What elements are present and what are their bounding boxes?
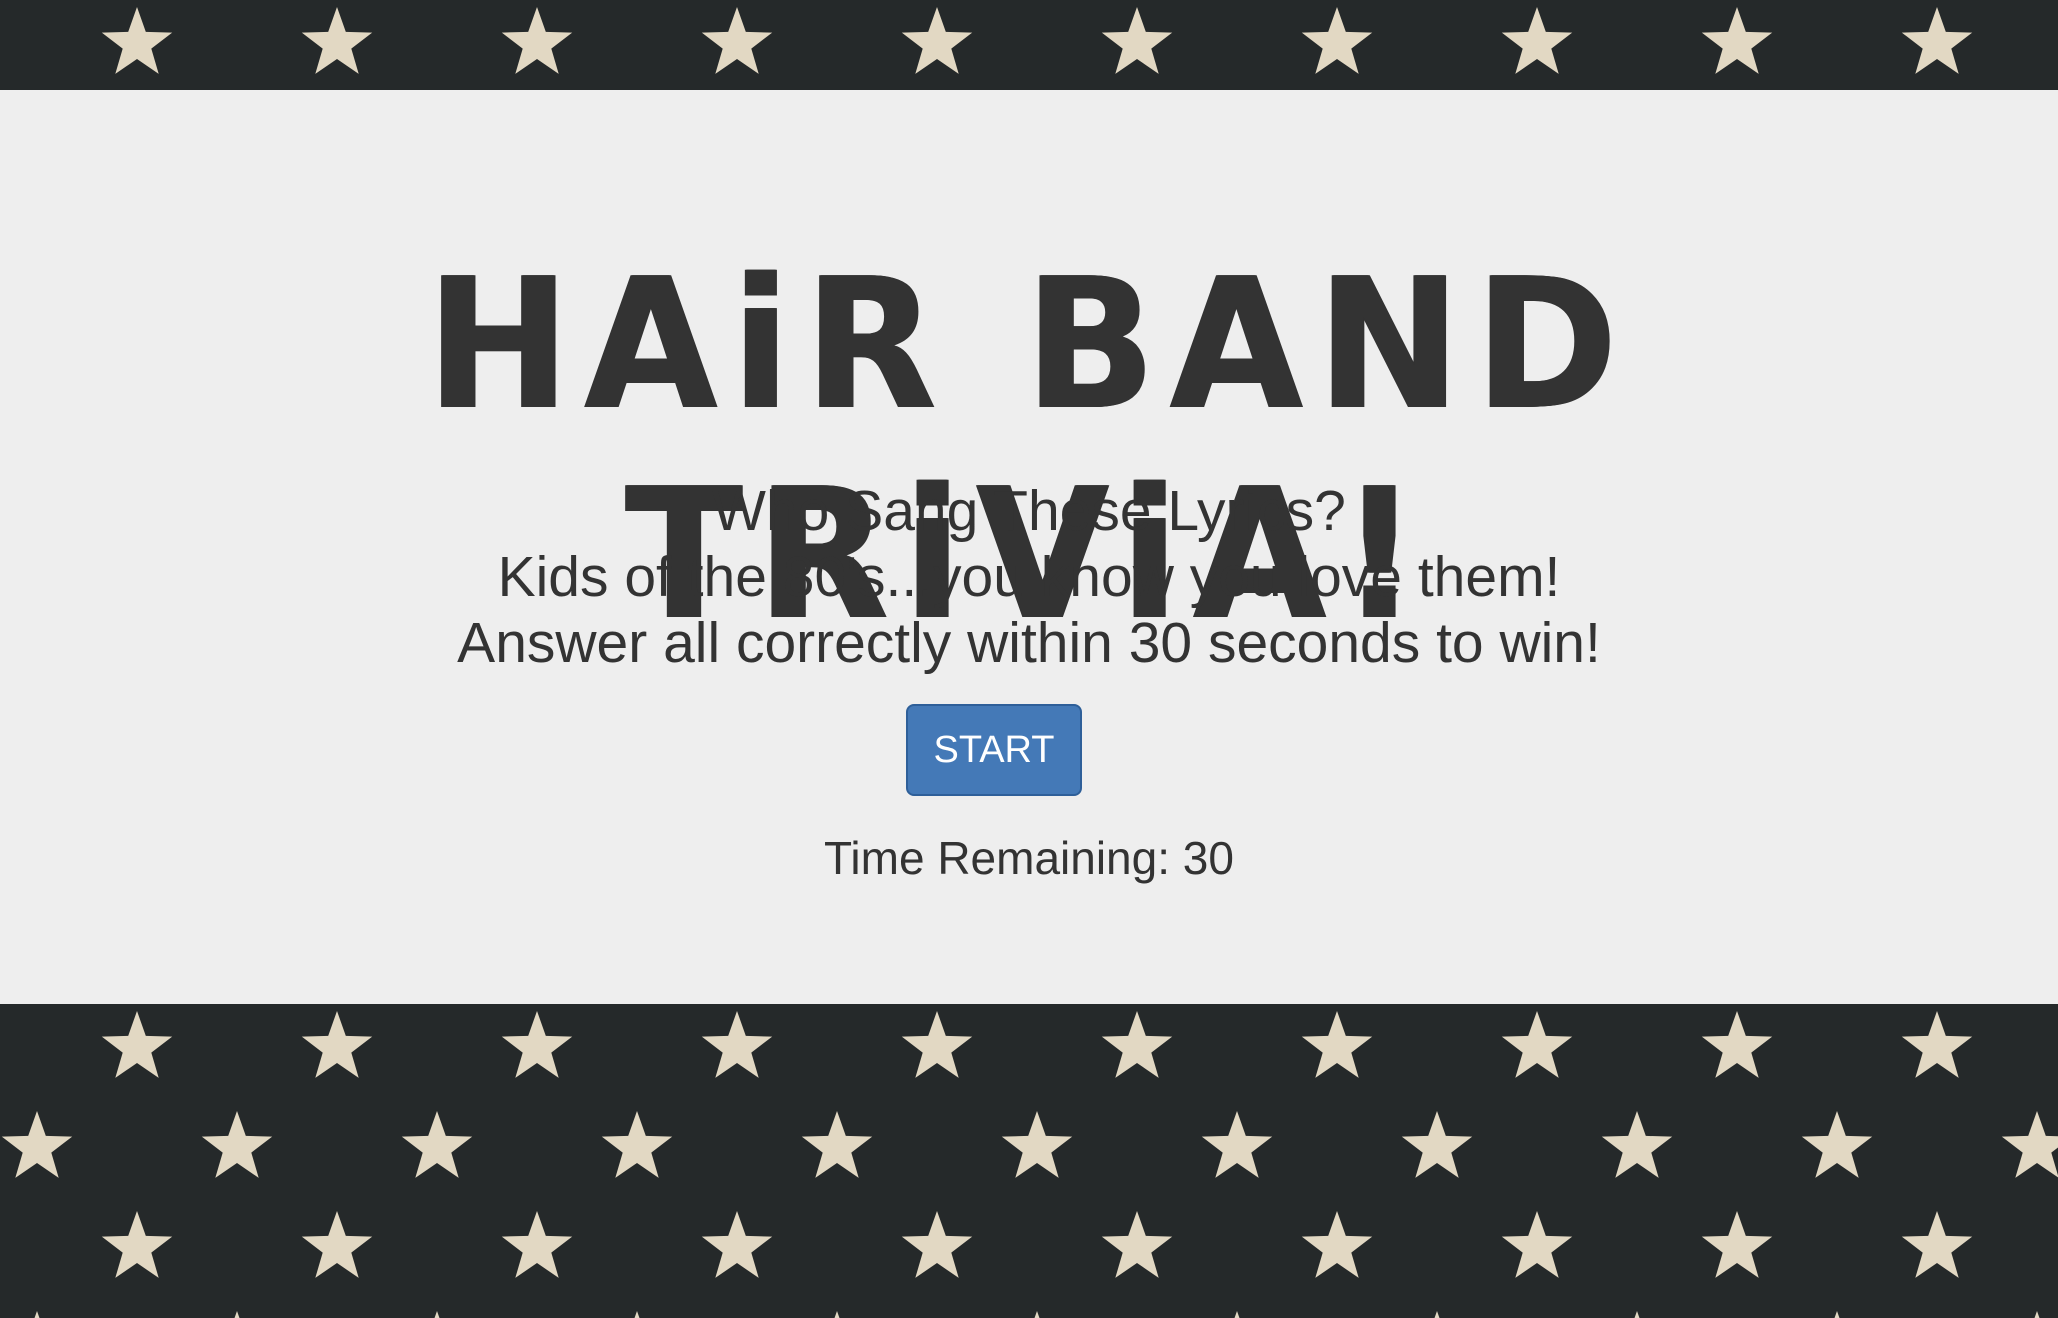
star-icon — [634, 1311, 640, 1318]
star-icon — [1901, 1211, 1973, 1278]
lyrics-heading: Who Sang These Lyrics? — [712, 479, 1346, 543]
main-panel: HAiR BAND TRiViA! Who Sang These Lyrics?… — [0, 90, 2058, 1004]
star-icon — [1001, 1111, 1073, 1178]
tagline: Kids of the 80's...you know you love the… — [497, 545, 1561, 609]
star-icon — [1901, 1011, 1973, 1078]
star-icon — [2034, 1311, 2040, 1318]
star-icon — [1501, 1211, 1573, 1278]
star-icon — [501, 1211, 573, 1278]
star-icon — [434, 1311, 440, 1318]
star-icon — [601, 1111, 673, 1178]
start-button[interactable]: START — [906, 704, 1082, 796]
star-icon — [501, 7, 573, 74]
star-icon — [234, 1311, 240, 1318]
star-icon — [1301, 7, 1373, 74]
star-icon — [701, 1211, 773, 1278]
star-icon — [1, 1111, 73, 1178]
time-remaining: Time Remaining: 30 — [824, 832, 1234, 884]
star-icon — [1501, 1011, 1573, 1078]
star-icon — [201, 1111, 273, 1178]
star-icon — [1034, 1311, 1040, 1318]
star-icon — [1701, 1011, 1773, 1078]
star-icon — [1434, 1311, 1440, 1318]
star-icon — [401, 1111, 473, 1178]
bottom-star-banner — [0, 1004, 2058, 1318]
star-icon — [801, 1111, 873, 1178]
star-icon — [701, 7, 773, 74]
star-icon — [1101, 1211, 1173, 1278]
star-icon — [34, 1311, 40, 1318]
star-icon — [1634, 1311, 1640, 1318]
star-icon — [1501, 7, 1573, 74]
star-icon — [301, 7, 373, 74]
star-icon — [1401, 1111, 1473, 1178]
star-icon — [1201, 1111, 1273, 1178]
star-pattern — [101, 7, 1973, 74]
star-icon — [2001, 1111, 2058, 1178]
star-icon — [1234, 1311, 1240, 1318]
star-icon — [301, 1011, 373, 1078]
star-icon — [1834, 1311, 1840, 1318]
instructions: Answer all correctly within 30 seconds t… — [457, 611, 1601, 675]
star-icon — [901, 1011, 973, 1078]
star-icon — [1101, 7, 1173, 74]
star-icon — [1601, 1111, 1673, 1178]
star-icon — [101, 1211, 173, 1278]
star-icon — [101, 1011, 173, 1078]
star-icon — [1801, 1111, 1873, 1178]
star-icon — [901, 1211, 973, 1278]
star-icon — [1301, 1211, 1373, 1278]
star-icon — [501, 1011, 573, 1078]
star-icon — [101, 7, 173, 74]
star-icon — [834, 1311, 840, 1318]
star-icon — [701, 1011, 773, 1078]
top-star-banner — [0, 0, 2058, 90]
star-icon — [1301, 1011, 1373, 1078]
star-icon — [1101, 1011, 1173, 1078]
star-pattern — [1, 1011, 2058, 1318]
star-icon — [901, 7, 973, 74]
star-icon — [301, 1211, 373, 1278]
star-icon — [1701, 7, 1773, 74]
star-icon — [1701, 1211, 1773, 1278]
star-icon — [1901, 7, 1973, 74]
